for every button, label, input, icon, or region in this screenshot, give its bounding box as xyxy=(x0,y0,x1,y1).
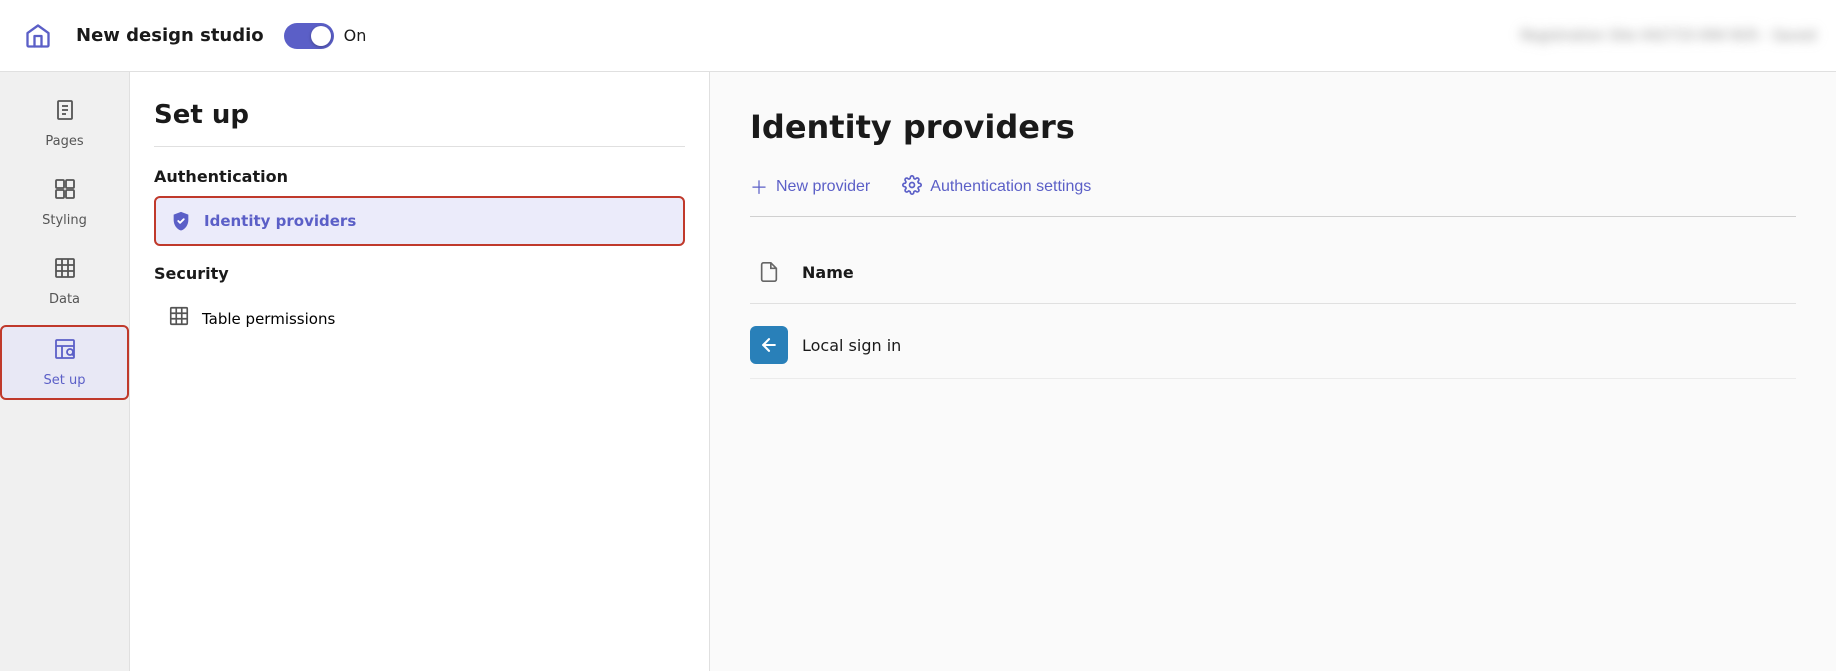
sidebar-label-styling: Styling xyxy=(42,213,87,228)
pages-icon xyxy=(53,98,77,128)
sidebar-item-styling[interactable]: Styling xyxy=(0,167,129,238)
nav-item-table-permissions[interactable]: Table permissions xyxy=(154,293,685,344)
setup-icon xyxy=(53,337,77,367)
section-authentication-title: Authentication xyxy=(154,167,685,186)
section-security-title: Security xyxy=(154,264,685,283)
new-provider-label: New provider xyxy=(776,178,870,196)
setup-panel-title: Set up xyxy=(154,100,685,147)
nav-item-identity-providers[interactable]: Identity providers xyxy=(154,196,685,246)
toggle-container: On xyxy=(284,23,367,49)
home-button[interactable] xyxy=(20,18,56,54)
table-header-name: Name xyxy=(802,263,854,282)
plus-icon: ＋ xyxy=(750,174,768,200)
sidebar-label-pages: Pages xyxy=(45,134,83,149)
auth-settings-button[interactable]: Authentication settings xyxy=(902,175,1091,200)
content-title: Identity providers xyxy=(750,108,1796,146)
sidebar-label-setup: Set up xyxy=(44,373,86,388)
sidebar-item-data[interactable]: Data xyxy=(0,246,129,317)
sidebar-label-data: Data xyxy=(49,292,80,307)
setup-panel: Set up Authentication Identity providers… xyxy=(130,72,710,671)
nav-item-table-permissions-label: Table permissions xyxy=(202,310,335,328)
toggle-label: On xyxy=(344,26,367,45)
sidebar: Pages Styling xyxy=(0,72,130,671)
table-header: Name xyxy=(750,241,1796,304)
content-area: Identity providers ＋ New provider Authen… xyxy=(710,72,1836,671)
topbar: New design studio On Registration Site 0… xyxy=(0,0,1836,72)
sidebar-item-pages[interactable]: Pages xyxy=(0,88,129,159)
app-title: New design studio xyxy=(76,25,264,46)
shield-check-icon xyxy=(170,210,192,232)
action-bar: ＋ New provider Authentication settings xyxy=(750,174,1796,217)
auth-settings-label: Authentication settings xyxy=(930,178,1091,196)
main-content: Pages Styling xyxy=(0,72,1836,671)
local-sign-in-label: Local sign in xyxy=(802,336,901,355)
styling-icon xyxy=(53,177,77,207)
table-row[interactable]: Local sign in xyxy=(750,312,1796,379)
saved-notice: Registration Site 042733-094 N35 - Saved xyxy=(1521,28,1816,44)
local-sign-in-icon xyxy=(750,326,788,364)
toggle-knob xyxy=(311,26,331,46)
data-icon xyxy=(53,256,77,286)
table-permissions-icon xyxy=(168,305,190,332)
design-studio-toggle[interactable] xyxy=(284,23,334,49)
new-provider-button[interactable]: ＋ New provider xyxy=(750,174,870,200)
header-file-icon xyxy=(750,253,788,291)
nav-item-identity-providers-label: Identity providers xyxy=(204,212,356,230)
gear-icon xyxy=(902,175,922,200)
sidebar-item-setup[interactable]: Set up xyxy=(0,325,129,400)
